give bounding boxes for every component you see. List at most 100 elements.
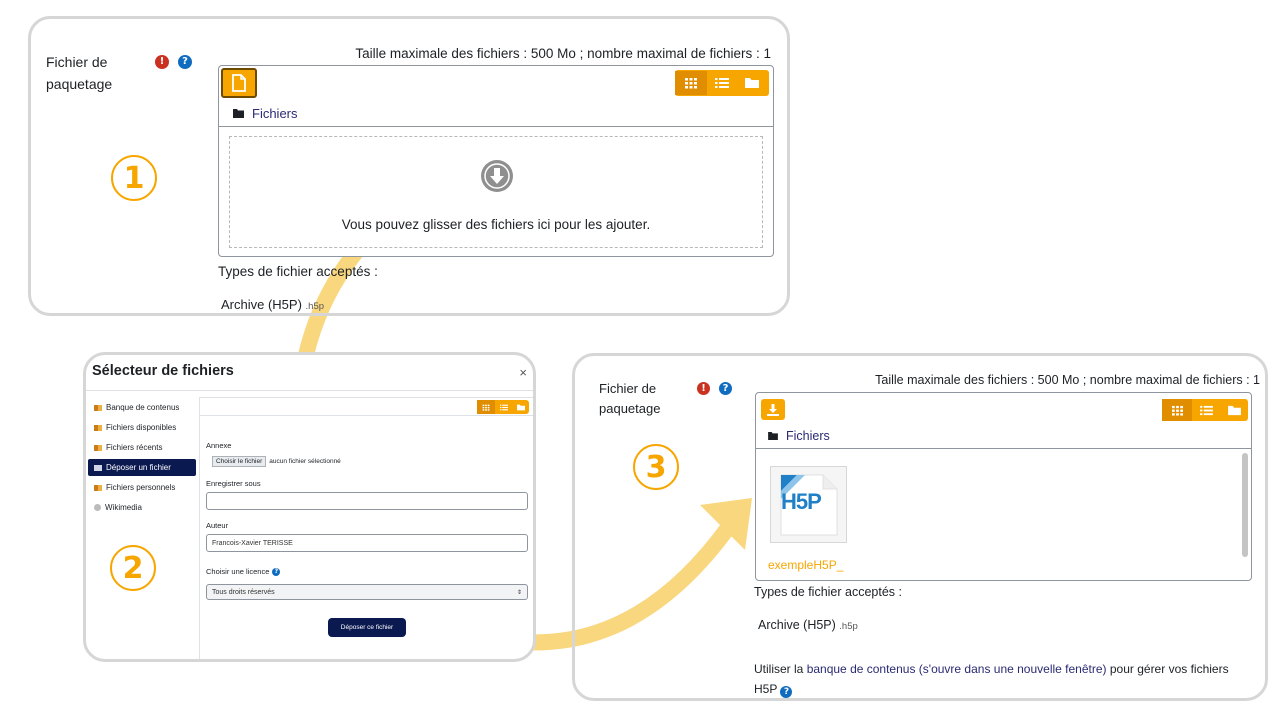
header-divider <box>86 390 533 391</box>
list-view-button[interactable] <box>707 71 737 95</box>
repository-icon <box>94 444 102 451</box>
accepted-types-title: Types de fichier acceptés : <box>218 264 378 279</box>
accepted-types-title: Types de fichier acceptés : <box>754 585 902 599</box>
folder-path[interactable]: Fichiers <box>768 429 830 443</box>
type-extension: .h5p <box>305 301 325 312</box>
folder-label: Fichiers <box>252 106 298 121</box>
folder-icon <box>1227 405 1241 415</box>
accepted-type: Archive (H5P) .h5p <box>758 618 858 632</box>
field-label: Fichier de paquetage <box>599 381 661 416</box>
icon-view-button[interactable] <box>675 71 707 95</box>
max-file-info: Taille maximale des fichiers : 500 Mo ; … <box>355 46 771 61</box>
content-bank-link[interactable]: banque de contenus (s'ouvre dans une nou… <box>807 662 1107 676</box>
download-icon <box>767 403 779 416</box>
step-number-badge: 1 <box>111 155 157 201</box>
no-file-selected-text: aucun fichier sélectionné <box>269 458 341 465</box>
h5p-logo-text: H5P <box>781 489 822 514</box>
file-name[interactable]: exempleH5P_ <box>768 558 843 572</box>
icon-view-button[interactable] <box>1162 399 1192 421</box>
sidebar-item-wikimedia[interactable]: Wikimedia <box>88 499 196 516</box>
help-icon[interactable]: ? <box>272 567 281 576</box>
required-icon: ! <box>155 55 169 69</box>
step-number-badge: 2 <box>110 545 156 591</box>
tree-view-button[interactable] <box>737 71 767 95</box>
file-chooser: Choisir le fichier aucun fichier sélecti… <box>212 456 341 467</box>
license-label-row: Choisir une licence ? <box>206 567 281 576</box>
accepted-type: Archive (H5P) .h5p <box>221 297 324 312</box>
modal-title: Sélecteur de fichiers <box>92 363 234 379</box>
close-icon[interactable]: × <box>519 365 527 380</box>
icon-view-button[interactable] <box>477 400 495 414</box>
add-file-button[interactable] <box>221 68 257 98</box>
list-icon <box>499 404 508 410</box>
folder-icon <box>745 78 759 88</box>
step3-panel: Fichier de paquetage ! ? Taille maximale… <box>572 353 1268 701</box>
help-icon[interactable]: ? <box>780 686 793 698</box>
save-as-label: Enregistrer sous <box>206 479 261 488</box>
sidebar-item-recent-files[interactable]: Fichiers récents <box>88 439 196 456</box>
content-bank-note: Utiliser la banque de contenus (s'ouvre … <box>754 659 1234 698</box>
license-label: Choisir une licence <box>206 567 270 576</box>
repository-icon <box>94 484 102 491</box>
download-arrow-icon <box>481 160 513 192</box>
modal-view-toolbar <box>477 400 529 414</box>
repository-icon <box>94 404 102 411</box>
divider <box>219 126 773 127</box>
sidebar-item-content-bank[interactable]: Banque de contenus <box>88 399 196 416</box>
annex-label: Annexe <box>206 441 232 450</box>
type-name: Archive (H5P) <box>221 297 302 312</box>
help-icon[interactable]: ? <box>719 382 732 395</box>
folder-icon <box>516 404 525 410</box>
type-extension: .h5p <box>839 621 858 632</box>
grid-icon <box>482 404 490 411</box>
choose-file-button[interactable]: Choisir le fichier <box>212 456 267 467</box>
filepicker-box: Fichiers Vous pouvez glisser des fichier… <box>218 65 774 257</box>
filepicker-box: Fichiers H5P exempleH5P_ <box>755 392 1252 581</box>
drop-zone[interactable]: Vous pouvez glisser des fichiers ici pou… <box>229 136 763 248</box>
select-arrows-icon: ⇕ <box>516 589 522 596</box>
type-name: Archive (H5P) <box>758 618 836 632</box>
note-prefix: Utiliser la <box>754 662 807 676</box>
repository-icon <box>94 424 102 431</box>
folder-icon <box>233 109 244 118</box>
tree-view-button[interactable] <box>512 400 529 414</box>
step1-panel: Fichier de paquetage ! ? Taille maximale… <box>28 16 790 316</box>
list-icon <box>1199 405 1213 415</box>
save-as-input[interactable] <box>206 492 528 510</box>
upload-form: Annexe Choisir le fichier aucun fichier … <box>199 397 533 659</box>
author-label: Auteur <box>206 521 229 530</box>
max-file-info: Taille maximale des fichiers : 500 Mo ; … <box>875 373 1260 387</box>
author-input[interactable]: Francois-Xavier TERISSE <box>206 534 528 552</box>
add-file-icon <box>232 74 246 92</box>
step2-file-picker-modal: Sélecteur de fichiers × Banque de conten… <box>83 352 536 662</box>
upload-repository-icon <box>94 464 102 471</box>
field-label: Fichier de paquetage <box>46 54 113 92</box>
download-button[interactable] <box>761 399 785 420</box>
help-icon[interactable]: ? <box>178 55 192 69</box>
folder-icon <box>768 432 778 440</box>
step-number-badge: 3 <box>633 444 679 490</box>
view-toolbar <box>1162 399 1248 421</box>
sidebar-item-upload[interactable]: Déposer un fichier <box>88 459 196 476</box>
folder-label: Fichiers <box>786 429 830 443</box>
view-toolbar <box>675 70 769 96</box>
license-selected-value: Tous droits réservés <box>212 588 275 596</box>
required-icon: ! <box>697 382 710 395</box>
tree-view-button[interactable] <box>1220 399 1248 421</box>
drop-hint: Vous pouvez glisser des fichiers ici pou… <box>341 217 651 232</box>
file-tile[interactable]: H5P <box>770 466 847 543</box>
upload-submit-button[interactable]: Déposer ce fichier <box>328 618 406 637</box>
list-view-button[interactable] <box>495 400 512 414</box>
grid-icon <box>1171 405 1183 416</box>
scrollbar[interactable] <box>1242 453 1248 557</box>
sidebar-item-available-files[interactable]: Fichiers disponibles <box>88 419 196 436</box>
repository-sidebar: Banque de contenus Fichiers disponibles … <box>88 399 196 516</box>
wikimedia-icon <box>94 504 101 511</box>
folder-path[interactable]: Fichiers <box>233 106 298 121</box>
divider <box>756 448 1251 449</box>
license-select[interactable]: Tous droits réservés ⇕ <box>206 584 528 600</box>
list-icon <box>715 78 729 88</box>
sidebar-item-private-files[interactable]: Fichiers personnels <box>88 479 196 496</box>
list-view-button[interactable] <box>1192 399 1220 421</box>
grid-icon <box>685 78 697 89</box>
